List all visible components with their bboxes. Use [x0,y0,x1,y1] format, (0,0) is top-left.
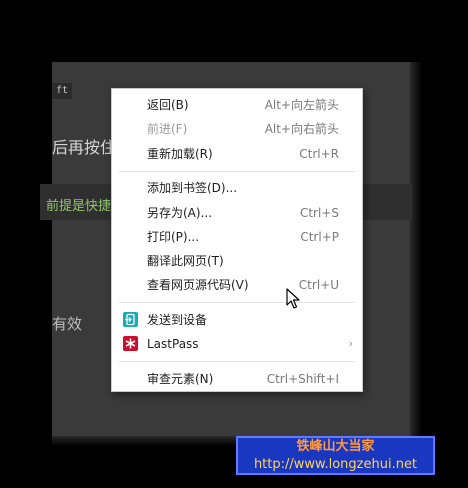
menu-item-lastpass[interactable]: LastPass › [112,333,362,355]
mouse-cursor-icon [286,288,300,314]
page-shadow-right [410,62,422,436]
menu-item-shortcut: Ctrl+R [299,147,339,161]
watermark-title: 铁峰山大当家 [296,439,375,454]
menu-item-shortcut: Ctrl+S [299,206,339,220]
page-text-partial-2: 有效 [52,315,83,333]
menu-item-label: 前进(F) [147,122,188,136]
menu-item-label: 审查元素(N) [147,372,214,386]
submenu-arrow-icon: › [348,337,353,350]
menu-item-add-bookmark[interactable]: 添加到书签(D)... [112,177,362,199]
menu-item-shortcut: Ctrl+U [298,278,339,292]
menu-separator [119,171,355,172]
menu-item-print[interactable]: 打印(P)... Ctrl+P [112,226,362,248]
menu-item-shortcut: Ctrl+P [300,230,339,244]
menu-item-label: 打印(P)... [147,230,200,244]
menu-item-back[interactable]: 返回(B) Alt+向左箭头 [112,94,362,116]
menu-item-label: 发送到设备 [147,313,208,327]
menu-item-label: 添加到书签(D)... [147,181,238,195]
menu-item-label: 另存为(A)... [147,206,213,220]
page-text-partial: 后再按住 [52,138,117,157]
lastpass-icon [123,336,138,351]
menu-separator [119,302,355,303]
menu-item-shortcut: Alt+向右箭头 [264,122,339,136]
watermark: 铁峰山大当家 http://www.longzehui.net [236,436,435,475]
code-snippet: ft [52,83,73,99]
send-to-device-icon [123,312,138,327]
menu-item-label: 重新加载(R) [147,147,213,161]
menu-item-shortcut: Ctrl+Shift+I [266,372,339,386]
menu-item-label: 翻译此网页(T) [147,254,224,268]
watermark-url: http://www.longzehui.net [253,457,418,472]
menu-item-shortcut: Alt+向左箭头 [264,98,339,112]
menu-item-view-source[interactable]: 查看网页源代码(V) Ctrl+U [112,274,362,296]
menu-item-label: LastPass [147,337,199,351]
menu-item-label: 查看网页源代码(V) [147,278,249,292]
menu-item-send-to-device[interactable]: 发送到设备 [112,309,362,331]
context-menu: 返回(B) Alt+向左箭头 前进(F) Alt+向右箭头 重新加载(R) Ct… [111,88,363,392]
menu-item-save-as[interactable]: 另存为(A)... Ctrl+S [112,202,362,224]
menu-separator [119,361,355,362]
menu-item-translate[interactable]: 翻译此网页(T) [112,250,362,272]
menu-item-forward[interactable]: 前进(F) Alt+向右箭头 [112,118,362,140]
menu-item-label: 返回(B) [147,98,189,112]
menu-item-reload[interactable]: 重新加载(R) Ctrl+R [112,143,362,165]
menu-item-inspect[interactable]: 审查元素(N) Ctrl+Shift+I [112,368,362,390]
